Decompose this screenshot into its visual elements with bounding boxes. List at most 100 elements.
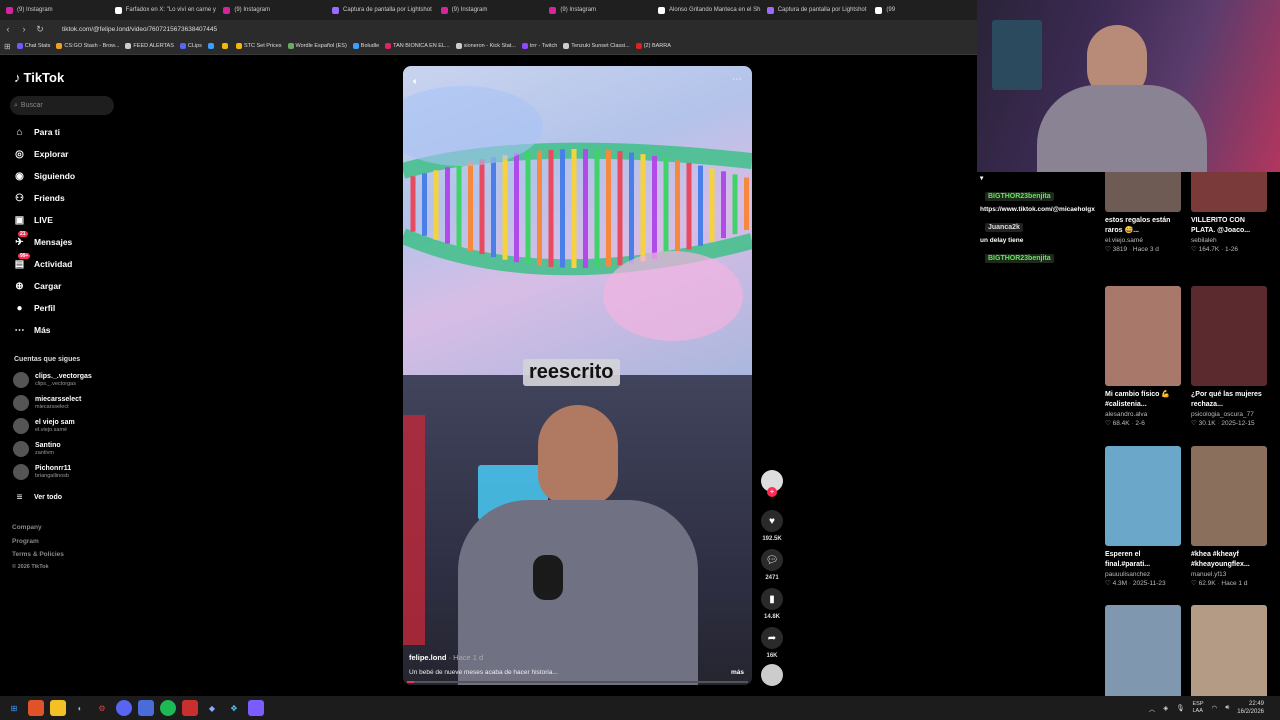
comment-button[interactable]: 💬︎ 2471 [759,549,785,581]
video-player[interactable]: reescrito 🔈︎ ⋯ felipe.lond · Hace 1 d Un… [403,66,752,685]
url-input[interactable]: tiktok.com/@felipe.lond/video/7607215673… [62,26,217,33]
browser-tab[interactable]: Captura de pantalla por Lightshot [761,0,870,20]
brave-icon[interactable] [28,700,44,716]
browser-tab[interactable]: (9) Instagram [543,0,652,20]
nav-item-para-ti[interactable]: ⌂ Para ti [13,125,60,139]
browser-tab[interactable]: Farfadox en X: "Lo viví en carne y h [109,0,217,20]
video-card[interactable]: VILLERITO CON PLATA. @Joaco... sebilaleh ♡… [1191,172,1267,253]
video-author[interactable]: felipe.lond · Hace 1 d [409,653,483,662]
browser-tab[interactable]: Alonso Gritando Manteca en el Sh [652,0,761,20]
account-text: Pichonrr11 briangallinosb [35,465,71,480]
following-account[interactable]: Pichonrr11 briangallinosb [13,464,71,480]
monitor-screen [992,20,1042,90]
nav-label: Más [34,325,51,335]
nav-item-más[interactable]: ⋯ Más [13,323,51,337]
nav-item-actividad[interactable]: ▤ 99+ Actividad [13,252,72,271]
browser-tab[interactable]: Captura de pantalla por Lightshot [326,0,435,20]
author-avatar-button[interactable]: + [759,470,785,497]
nav-item-live[interactable]: ▣ LIVE [13,213,53,227]
settings-icon[interactable]: ⚙ [94,700,110,716]
tiktok-logo[interactable]: ♪ TikTok [14,70,64,85]
video-card[interactable]: ¿Por qué las mujeres rechaza... psicologi… [1191,286,1267,427]
discord-icon[interactable] [116,700,132,716]
browser-tab[interactable]: (9) Instagram [435,0,544,20]
chat-username[interactable]: BIGTHOR23benjita [985,192,1054,201]
bookmark-item[interactable] [207,43,216,49]
apps-grid-icon[interactable]: ⊞ [4,42,11,51]
network-icon[interactable]: ◈ [1163,704,1168,712]
spotify-icon[interactable] [160,700,176,716]
bookmark-item[interactable]: Tenzuki Sunset Classi... [563,43,630,49]
video-card[interactable] [1191,605,1267,696]
follow-plus-icon[interactable]: + [767,487,777,497]
footer-program[interactable]: Program [12,538,39,545]
chat-username[interactable]: BIGTHOR23benjita [985,254,1054,263]
nav-item-explorar[interactable]: ◎ Explorar [13,147,68,161]
options-icon[interactable]: ⋯ [732,74,742,85]
account-name: Santino [35,441,61,449]
save-button[interactable]: ▮ 14.8K [759,588,785,620]
bookmark-item[interactable]: trrr - Twitch [521,43,557,49]
nav-item-siguiendo[interactable]: ◉ Siguiendo [13,169,75,183]
nav-item-mensajes[interactable]: ✈ 21 Mensajes [13,230,72,249]
footer-terms[interactable]: Terms & Policies [12,551,64,558]
windows-start-icon[interactable]: ⊞ [6,700,22,716]
bookmark-icon [221,43,228,49]
video-card[interactable]: estos regalos están raros 😅... el.viejo.s… [1105,172,1181,253]
bookmark-item[interactable]: TAN BIONICA EN EL... [385,43,450,49]
bookmark-item[interactable]: Chat Stats [16,43,50,49]
video-thumbnail [1105,172,1181,212]
bookmark-item[interactable]: sioneron - Kick Stat... [455,43,516,49]
bookmark-item[interactable]: FEED ALERTAS [125,43,174,49]
nav-item-perfil[interactable]: ● Perfil [13,301,55,315]
browser-tab[interactable]: (9) Instagram [217,0,326,20]
vpn-icon[interactable]: ◆ [204,700,220,716]
following-account[interactable]: miecarsselect miecarsselect [13,395,81,411]
heart-small-icon: ♡ [1191,246,1199,253]
share-button[interactable]: ➦ 16K [759,627,785,659]
volume-icon[interactable]: 🔈︎ [413,76,418,87]
following-account[interactable]: clips._.vectorgas clips._.vectorgas [13,372,92,388]
tray-chevron-icon[interactable]: ︿ [1149,703,1156,713]
video-card[interactable]: Mi cambio físico 💪 #calistenia... alesand… [1105,286,1181,427]
like-button[interactable]: ♥ 192.5K [759,510,785,542]
bookmark-item[interactable]: CS:GO Stash - Brow... [56,43,119,49]
forward-icon[interactable]: › [16,24,32,34]
bookmark-item[interactable] [221,43,230,49]
language-indicator[interactable]: ESP LAA [1193,701,1204,715]
bookmark-item[interactable]: CLips [179,43,202,49]
search-input[interactable]: ⌕ Buscar [10,96,114,115]
video-progress-bar[interactable] [407,681,748,683]
bookmark-item[interactable]: (2) BARRA [635,43,671,49]
mic-icon[interactable]: 🎙︎ [1176,704,1184,712]
reload-icon[interactable]: ↻ [32,24,48,35]
volume-tray-icon[interactable]: 🔊︎ [1225,704,1229,712]
folder-icon[interactable] [50,700,66,716]
video-card[interactable]: Esperen el final.#parati... pauuulisanche… [1105,446,1181,587]
video-card[interactable]: #khea #kheayf #kheayoungflex... manuel.yf… [1191,446,1267,587]
bookmark-item[interactable]: Wordle Español (ES) [287,43,347,49]
sound-avatar-button[interactable] [759,664,785,686]
browser-tab[interactable]: (99 [869,0,978,20]
account-text: el viejo sam el.viejo.samé [35,419,75,434]
following-account[interactable]: el viejo sam el.viejo.samé [13,418,75,434]
browser-tab[interactable]: (9) Instagram [0,0,109,20]
chat-username[interactable]: Juanca2k [985,223,1023,232]
games-icon[interactable]: ✥ [226,700,242,716]
wifi-icon[interactable]: ◠ [1212,704,1218,712]
nav-item-cargar[interactable]: ⊕ Cargar [13,279,61,293]
clock[interactable]: 22:49 16/2/2026 [1237,700,1264,716]
bookmark-item[interactable]: Boludle [352,43,379,49]
purple-app-icon[interactable] [248,700,264,716]
footer-company[interactable]: Company [12,524,42,531]
bookmark-item[interactable]: STC Set Prices [235,43,282,49]
see-all-link[interactable]: ≡ Ver todo [13,490,62,504]
back-icon[interactable]: ‹ [0,24,16,34]
nav-item-friends[interactable]: ⚇ Friends [13,191,65,205]
steam-icon[interactable]: ◐ [72,700,88,716]
app-icon[interactable] [138,700,154,716]
app-red-icon[interactable] [182,700,198,716]
more-link[interactable]: más [731,669,744,676]
video-card[interactable] [1105,605,1181,696]
following-account[interactable]: Santino zantivm [13,441,61,457]
